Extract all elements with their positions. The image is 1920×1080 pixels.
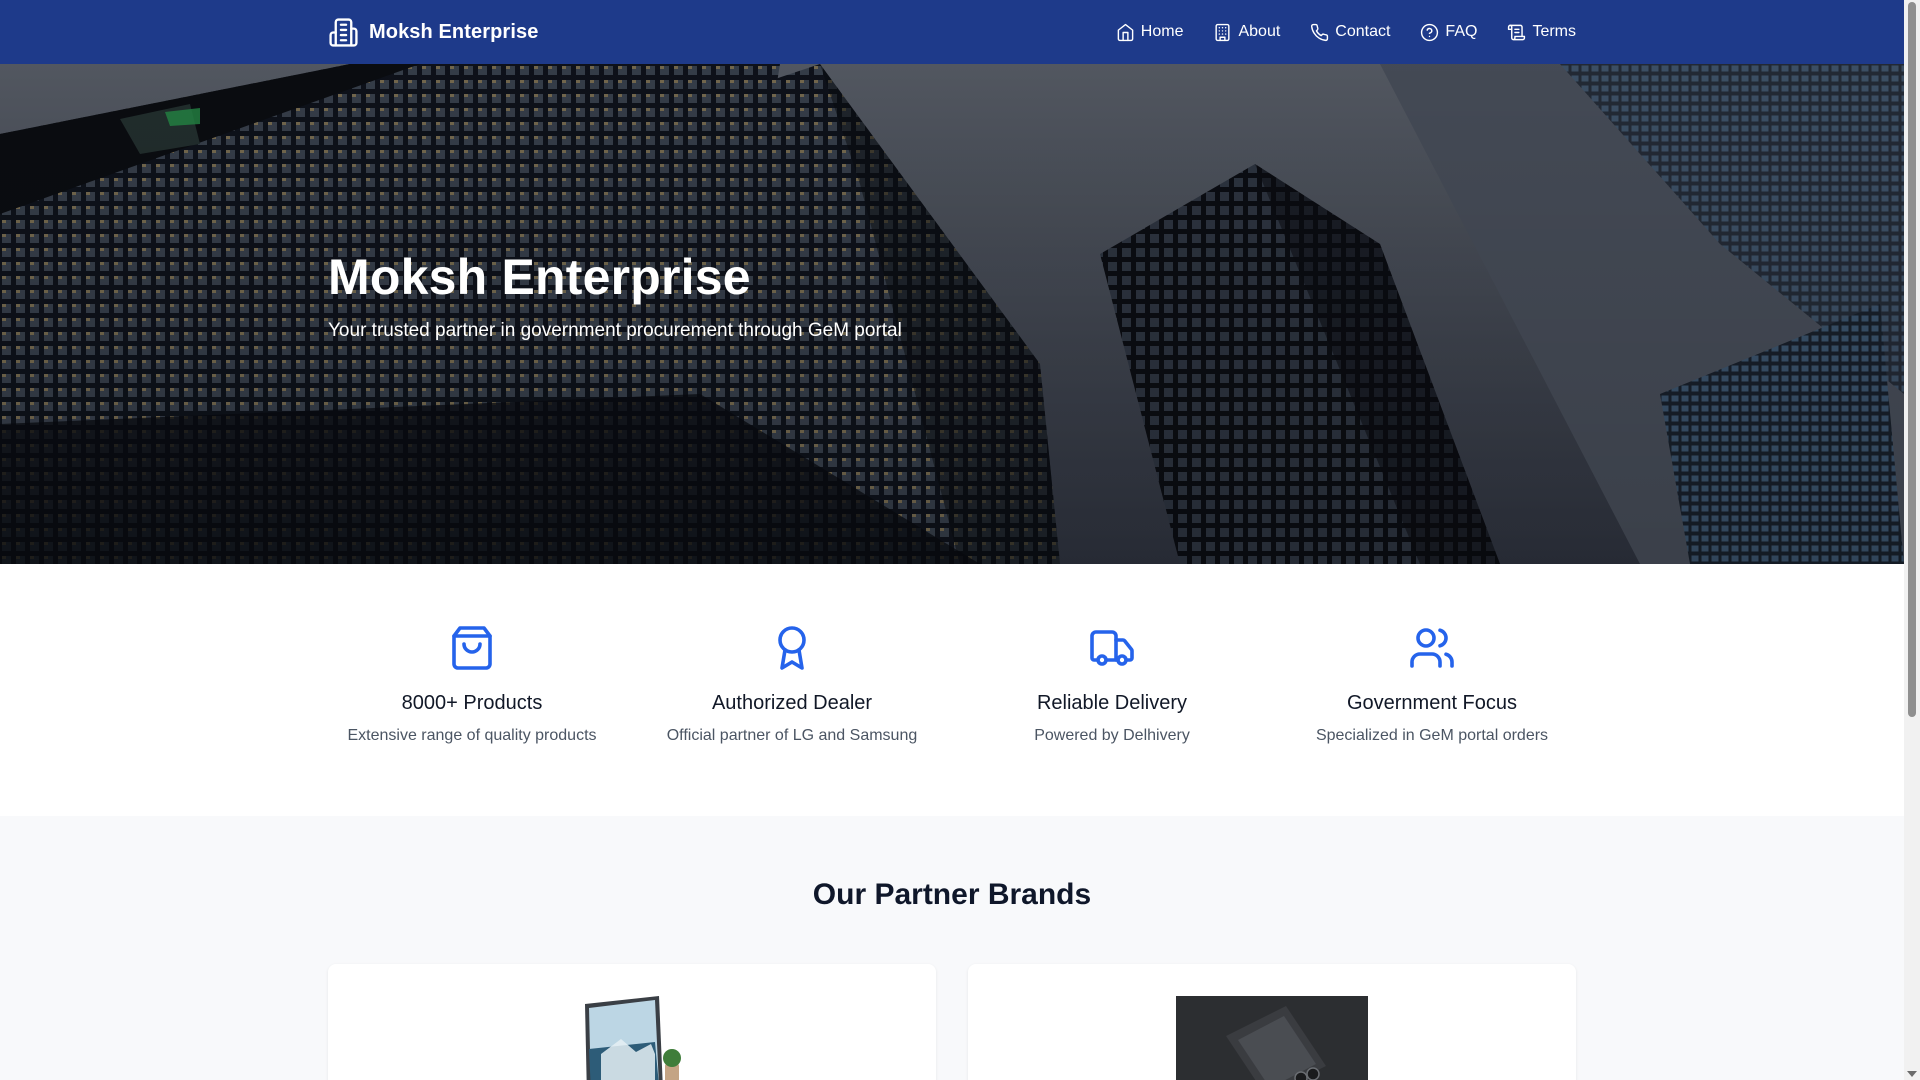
feature-government: Government Focus Specialized in GeM port…	[1288, 624, 1576, 745]
nav-link-label: About	[1238, 23, 1281, 40]
smartphone-product-image	[1176, 996, 1368, 1080]
help-circle-icon	[1421, 23, 1439, 41]
feature-description: Powered by Delhivery	[1034, 727, 1190, 744]
feature-dealer: Authorized Dealer Official partner of LG…	[648, 624, 936, 745]
brand-link[interactable]: Moksh Enterprise	[328, 17, 538, 48]
nav-link-faq[interactable]: FAQ	[1420, 23, 1477, 42]
nav-link-label: FAQ	[1445, 23, 1478, 40]
feature-description: Official partner of LG and Samsung	[666, 727, 918, 744]
home-icon	[1117, 23, 1134, 41]
hero-subtitle: Your trusted partner in government procu…	[328, 320, 902, 341]
phone-icon	[1311, 23, 1329, 41]
feature-title: 8000+ Products	[401, 692, 543, 714]
building-logo-icon	[328, 17, 359, 48]
navbar-inner: Moksh Enterprise Home About Contact FAQ …	[328, 17, 1576, 48]
nav-link-label: Home	[1140, 23, 1184, 40]
users-icon	[1408, 624, 1456, 672]
brand-card-samsung[interactable]	[968, 964, 1576, 1080]
navbar: Moksh Enterprise Home About Contact FAQ …	[0, 0, 1904, 64]
feature-description: Specialized in GeM portal orders	[1315, 727, 1549, 744]
truck-icon	[1088, 624, 1136, 672]
section-heading: Our Partner Brands	[812, 878, 1092, 911]
page: Moksh Enterprise Home About Contact FAQ …	[0, 0, 1904, 1080]
feature-title: Reliable Delivery	[1036, 692, 1188, 714]
partner-brands-section: Our Partner Brands	[0, 816, 1904, 1080]
feature-products: 8000+ Products Extensive range of qualit…	[328, 624, 616, 745]
hero-content: Moksh Enterprise Your trusted partner in…	[328, 248, 902, 342]
brand-cards	[328, 964, 1576, 1080]
hero-banner: Moksh Enterprise Your trusted partner in…	[0, 64, 1904, 564]
hero-overlay	[0, 64, 1904, 564]
feature-title: Authorized Dealer	[711, 692, 873, 714]
scrollbar-thumb[interactable]	[1908, 2, 1916, 717]
nav-link-contact[interactable]: Contact	[1310, 23, 1390, 42]
feature-delivery: Reliable Delivery Powered by Delhivery	[968, 624, 1256, 745]
scroll-down-arrow-icon[interactable]	[1907, 1071, 1917, 1077]
nav-link-home[interactable]: Home	[1116, 23, 1184, 42]
brand-name: Moksh Enterprise	[369, 20, 539, 43]
nav-links: Home About Contact FAQ Terms	[1086, 23, 1576, 42]
features-section: 8000+ Products Extensive range of qualit…	[0, 564, 1904, 816]
page-scrollbar[interactable]	[1904, 0, 1920, 1080]
award-icon	[768, 624, 816, 672]
nav-link-terms[interactable]: Terms	[1507, 23, 1576, 42]
shopping-bag-icon	[448, 624, 496, 672]
monitor-product-image	[581, 994, 685, 1080]
scroll-icon	[1508, 24, 1526, 40]
nav-link-label: Terms	[1532, 23, 1576, 40]
nav-link-about[interactable]: About	[1213, 23, 1280, 42]
brand-card-lg[interactable]	[328, 964, 936, 1080]
hero-title: Moksh Enterprise	[328, 249, 751, 305]
building-icon	[1215, 23, 1231, 41]
nav-link-label: Contact	[1335, 23, 1391, 40]
feature-grid: 8000+ Products Extensive range of qualit…	[328, 624, 1576, 745]
feature-description: Extensive range of quality products	[347, 727, 597, 744]
feature-title: Government Focus	[1346, 692, 1518, 714]
